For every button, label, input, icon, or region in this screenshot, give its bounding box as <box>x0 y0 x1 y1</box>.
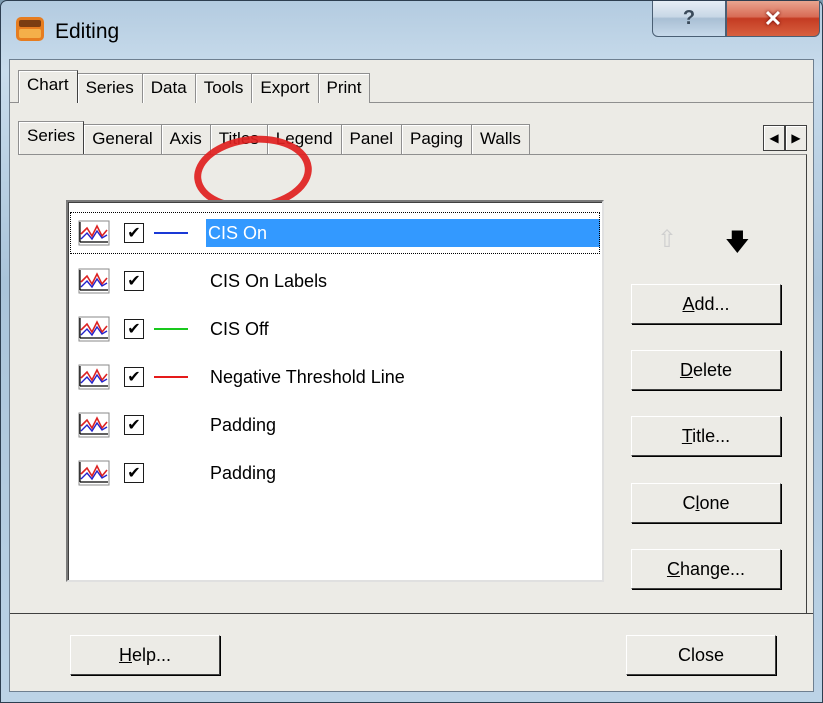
clone-button[interactable]: Clone <box>631 483 781 523</box>
tab-scroll: ◀ ▶ <box>763 125 807 151</box>
tab-general[interactable]: General <box>83 124 162 154</box>
close-caption-button[interactable]: ✕ <box>726 1 820 37</box>
app-icon <box>16 17 44 41</box>
series-chart-icon <box>78 460 110 486</box>
series-listbox[interactable]: ✔ CIS On ✔ CIS On Labels ✔ CIS Off ✔ Negativ… <box>66 200 604 582</box>
title-bar[interactable]: Editing ? ✕ <box>1 1 822 59</box>
sub-tabs: Series General Axis Titles Legend Panel … <box>18 121 530 154</box>
tab-series[interactable]: Series <box>76 73 143 103</box>
tab-scroll-right-icon[interactable]: ▶ <box>785 125 807 151</box>
series-row[interactable]: ✔ CIS Off <box>70 306 600 352</box>
series-label: CIS On <box>206 219 600 247</box>
series-line-swatch <box>154 232 188 234</box>
series-visible-checkbox[interactable]: ✔ <box>124 271 144 291</box>
series-visible-checkbox[interactable]: ✔ <box>124 367 144 387</box>
series-visible-checkbox[interactable]: ✔ <box>124 223 144 243</box>
dialog-client: Chart Series Data Tools Export Print Ser… <box>9 59 814 692</box>
series-row[interactable]: ✔ CIS On <box>70 210 600 256</box>
help-button[interactable]: Help... <box>70 635 220 675</box>
series-row[interactable]: ✔ Padding <box>70 402 600 448</box>
change-button[interactable]: Change... <box>631 549 781 589</box>
tab-walls[interactable]: Walls <box>470 124 530 154</box>
tab-tools[interactable]: Tools <box>194 73 253 103</box>
tab-paging[interactable]: Paging <box>401 124 472 154</box>
title-button[interactable]: Title... <box>631 416 781 456</box>
tab-panel[interactable]: Panel <box>340 124 403 154</box>
tab-legend[interactable]: Legend <box>266 124 342 154</box>
move-up-icon[interactable]: ⇧ <box>657 225 677 253</box>
editing-window: Editing ? ✕ Chart Series Data Tools Expo… <box>0 0 823 703</box>
series-row[interactable]: ✔ Padding <box>70 450 600 496</box>
series-label: CIS On Labels <box>210 271 328 291</box>
tab-print[interactable]: Print <box>317 73 371 103</box>
series-chart-icon <box>78 220 110 246</box>
window-title: Editing <box>55 20 120 43</box>
series-line-swatch <box>154 328 188 330</box>
series-visible-checkbox[interactable]: ✔ <box>124 463 144 483</box>
series-label: Padding <box>210 415 277 435</box>
series-visible-checkbox[interactable]: ✔ <box>124 319 144 339</box>
close-button[interactable]: Close <box>626 635 776 675</box>
series-line-swatch <box>154 376 188 378</box>
series-chart-icon <box>78 364 110 390</box>
series-row[interactable]: ✔ CIS On Labels <box>70 258 600 304</box>
tab-axis[interactable]: Axis <box>160 124 211 154</box>
move-down-icon[interactable]: 🡇 <box>725 225 750 266</box>
series-chart-icon <box>78 316 110 342</box>
series-row[interactable]: ✔ Negative Threshold Line <box>70 354 600 400</box>
add-button[interactable]: Add... <box>631 284 781 324</box>
tab-sub-series[interactable]: Series <box>18 121 85 154</box>
tab-scroll-left-icon[interactable]: ◀ <box>763 125 785 151</box>
series-chart-icon <box>78 412 110 438</box>
close-icon: ✕ <box>763 5 783 31</box>
main-tabs: Chart Series Data Tools Export Print <box>18 70 371 103</box>
series-chart-icon <box>78 268 110 294</box>
series-label: CIS Off <box>210 319 269 339</box>
tab-export[interactable]: Export <box>251 73 319 103</box>
help-caption-button[interactable]: ? <box>652 1 726 37</box>
series-label: Negative Threshold Line <box>210 367 405 387</box>
tab-titles[interactable]: Titles <box>209 124 268 154</box>
tab-chart[interactable]: Chart <box>18 70 78 103</box>
tab-data[interactable]: Data <box>141 73 196 103</box>
delete-button[interactable]: Delete <box>631 350 781 390</box>
series-label: Padding <box>210 463 277 483</box>
series-visible-checkbox[interactable]: ✔ <box>124 415 144 435</box>
